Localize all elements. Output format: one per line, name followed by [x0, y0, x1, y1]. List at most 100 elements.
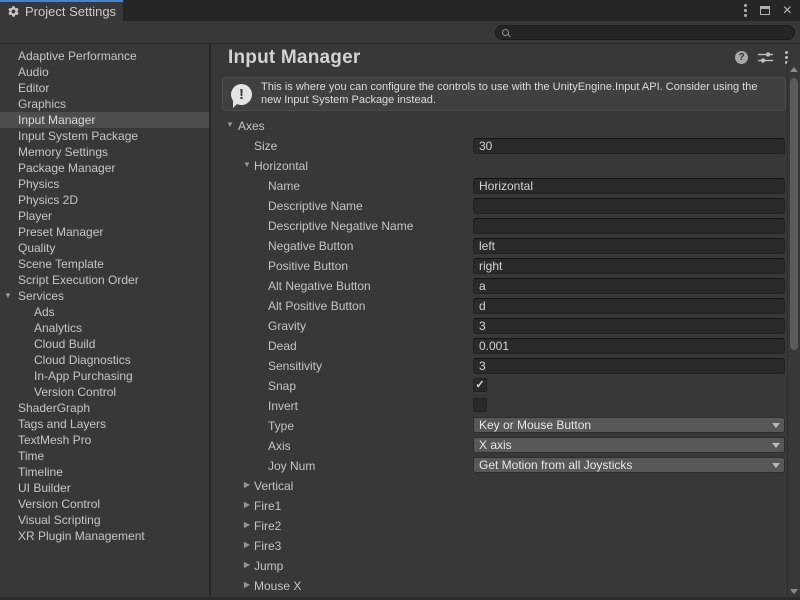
row-label: Vertical: [254, 479, 293, 493]
window-close-icon[interactable]: ×: [783, 3, 792, 19]
tab-project-settings[interactable]: Project Settings: [0, 0, 123, 21]
sidebar-item-cloud-diagnostics[interactable]: Cloud Diagnostics: [0, 352, 209, 368]
field-name[interactable]: [473, 178, 785, 194]
foldout-open-icon[interactable]: ▼: [242, 160, 252, 169]
foldout-collapsed-icon[interactable]: ▶: [242, 540, 252, 549]
sidebar-item-label: Input Manager: [18, 113, 95, 127]
property-row-snap: Snap✓: [211, 376, 800, 396]
row-label: Positive Button: [268, 259, 348, 273]
row-control: ✓: [473, 377, 785, 393]
vertical-scrollbar[interactable]: [787, 62, 800, 600]
row-label: Name: [268, 179, 300, 193]
scrollbar-thumb[interactable]: [790, 78, 798, 350]
sidebar-item-services[interactable]: ▼Services: [0, 288, 209, 304]
field-negative-button[interactable]: [473, 238, 785, 254]
dropdown-joy-num[interactable]: Get Motion from all Joysticks: [473, 457, 785, 473]
field-alt-negative-button[interactable]: [473, 278, 785, 294]
sidebar-item-input-manager[interactable]: Input Manager: [0, 112, 209, 128]
sidebar-item-ui-builder[interactable]: UI Builder: [0, 480, 209, 496]
sidebar-item-label: Version Control: [34, 385, 116, 399]
property-row-vertical: ▶Vertical: [211, 476, 800, 496]
property-row-fire2: ▶Fire2: [211, 516, 800, 536]
property-row-negative-button: Negative Button: [211, 236, 800, 256]
window-maximize-icon[interactable]: [760, 6, 770, 15]
sidebar-item-script-execution-order[interactable]: Script Execution Order: [0, 272, 209, 288]
search-box[interactable]: [495, 25, 795, 40]
checkbox-snap[interactable]: ✓: [473, 378, 487, 392]
field-dead[interactable]: [473, 338, 785, 354]
foldout-open-icon[interactable]: ▼: [4, 288, 12, 304]
sidebar-item-time[interactable]: Time: [0, 448, 209, 464]
sidebar-item-label: Editor: [18, 81, 49, 95]
field-size[interactable]: [473, 138, 785, 154]
window-menu-icon[interactable]: [744, 9, 747, 12]
sidebar-item-physics[interactable]: Physics: [0, 176, 209, 192]
foldout-collapsed-icon[interactable]: ▶: [242, 480, 252, 489]
foldout-collapsed-icon[interactable]: ▶: [242, 580, 252, 589]
sidebar-item-scene-template[interactable]: Scene Template: [0, 256, 209, 272]
sidebar-item-version-control[interactable]: Version Control: [0, 496, 209, 512]
checkbox-invert[interactable]: [473, 398, 487, 412]
dropdown-value: Get Motion from all Joysticks: [479, 458, 632, 472]
field-gravity[interactable]: [473, 318, 785, 334]
sidebar-item-quality[interactable]: Quality: [0, 240, 209, 256]
field-descriptive-name[interactable]: [473, 198, 785, 214]
sidebar-item-label: Graphics: [18, 97, 66, 111]
scroll-up-icon[interactable]: [790, 67, 798, 72]
sidebar-item-ads[interactable]: Ads: [0, 304, 209, 320]
sidebar-item-visual-scripting[interactable]: Visual Scripting: [0, 512, 209, 528]
field-alt-positive-button[interactable]: [473, 298, 785, 314]
sidebar-item-textmesh-pro[interactable]: TextMesh Pro: [0, 432, 209, 448]
sidebar-item-preset-manager[interactable]: Preset Manager: [0, 224, 209, 240]
sidebar-item-physics-2d[interactable]: Physics 2D: [0, 192, 209, 208]
sidebar-item-analytics[interactable]: Analytics: [0, 320, 209, 336]
field-positive-button[interactable]: [473, 258, 785, 274]
toolbar: [0, 21, 800, 44]
sidebar-item-audio[interactable]: Audio: [0, 64, 209, 80]
foldout-collapsed-icon[interactable]: ▶: [242, 520, 252, 529]
field-sensitivity[interactable]: [473, 358, 785, 374]
sidebar-item-in-app-purchasing[interactable]: In-App Purchasing: [0, 368, 209, 384]
sidebar-item-memory-settings[interactable]: Memory Settings: [0, 144, 209, 160]
kebab-menu-icon[interactable]: [785, 56, 788, 59]
field-descriptive-negative-name[interactable]: [473, 218, 785, 234]
tab-strip: Project Settings ×: [0, 0, 800, 21]
sidebar-item-xr-plugin-management[interactable]: XR Plugin Management: [0, 528, 209, 544]
chevron-down-icon: [772, 463, 780, 468]
sidebar-item-editor[interactable]: Editor: [0, 80, 209, 96]
row-control: [473, 357, 785, 373]
property-row-type: TypeKey or Mouse Button: [211, 416, 800, 436]
foldout-open-icon[interactable]: ▼: [225, 120, 235, 129]
dropdown-axis[interactable]: X axis: [473, 437, 785, 453]
row-label: Size: [254, 139, 277, 153]
foldout-collapsed-icon[interactable]: ▶: [242, 560, 252, 569]
row-control: [473, 337, 785, 353]
dropdown-type[interactable]: Key or Mouse Button: [473, 417, 785, 433]
search-input[interactable]: [509, 27, 788, 39]
header-icons: ?: [735, 51, 792, 64]
row-control: [473, 297, 785, 313]
sidebar-item-tags-and-layers[interactable]: Tags and Layers: [0, 416, 209, 432]
sidebar-item-shadergraph[interactable]: ShaderGraph: [0, 400, 209, 416]
sidebar-item-timeline[interactable]: Timeline: [0, 464, 209, 480]
help-icon[interactable]: ?: [735, 51, 748, 64]
sidebar-item-player[interactable]: Player: [0, 208, 209, 224]
settings-sidebar: Adaptive PerformanceAudio Editor Graphics I…: [0, 44, 211, 600]
row-label: Fire3: [254, 539, 281, 553]
property-row-positive-button: Positive Button: [211, 256, 800, 276]
sidebar-item-graphics[interactable]: Graphics: [0, 96, 209, 112]
panel-header: Input Manager ?: [211, 44, 800, 71]
dropdown-value: X axis: [479, 438, 512, 452]
foldout-collapsed-icon[interactable]: ▶: [242, 500, 252, 509]
sidebar-item-adaptive-performance[interactable]: Adaptive Performance: [0, 48, 209, 64]
scroll-down-icon[interactable]: [790, 589, 798, 594]
sidebar-item-package-manager[interactable]: Package Manager: [0, 160, 209, 176]
sidebar-item-label: Memory Settings: [18, 145, 108, 159]
exclamation-bubble-icon: !: [231, 84, 252, 105]
sidebar-item-cloud-build[interactable]: Cloud Build: [0, 336, 209, 352]
presets-icon[interactable]: [758, 51, 773, 64]
sidebar-item-version-control[interactable]: Version Control: [0, 384, 209, 400]
sidebar-item-label: Audio: [18, 65, 49, 79]
sidebar-item-label: Ads: [34, 305, 55, 319]
sidebar-item-input-system-package[interactable]: Input System Package: [0, 128, 209, 144]
